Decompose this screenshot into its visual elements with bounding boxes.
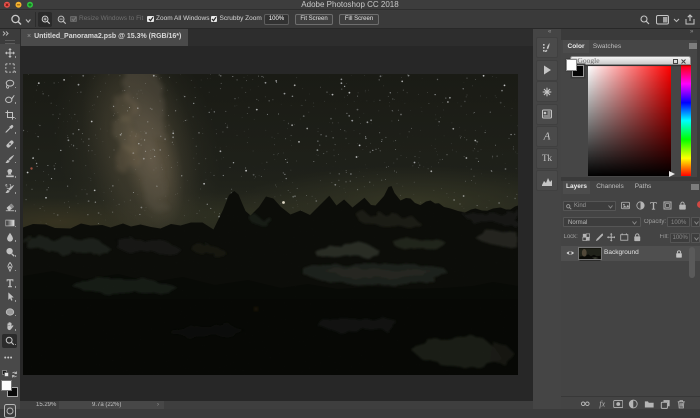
svg-text:A: A (543, 131, 551, 143)
svg-text:fx: fx (599, 399, 605, 408)
svg-text:Tk: Tk (542, 153, 552, 163)
